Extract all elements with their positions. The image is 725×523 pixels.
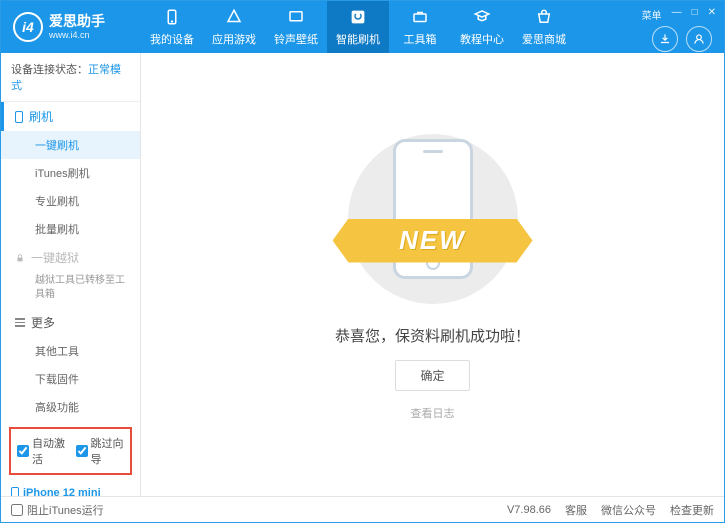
auto-activate-checkbox[interactable]: 自动激活	[17, 435, 66, 467]
sidebar-item-advanced[interactable]: 高级功能	[1, 393, 140, 421]
lock-icon	[15, 253, 25, 263]
nav-label: 爱思商城	[522, 31, 566, 47]
nav-toolbox[interactable]: 工具箱	[389, 1, 451, 53]
maximize-button[interactable]: □	[692, 7, 698, 18]
sidebar-header-flash[interactable]: 刷机	[1, 102, 140, 131]
conn-label: 设备连接状态：	[11, 64, 88, 76]
nav-label: 工具箱	[404, 31, 437, 47]
new-ribbon: NEW	[333, 219, 533, 263]
sidebar-header-more[interactable]: 更多	[1, 308, 140, 337]
main-nav: 我的设备 应用游戏 铃声壁纸 智能刷机 工具箱 教程中心	[141, 1, 642, 53]
download-button[interactable]	[652, 26, 678, 52]
nav-label: 铃声壁纸	[274, 31, 318, 47]
logo-area: i4 爱思助手 www.i4.cn	[1, 12, 141, 42]
flash-header-icon	[15, 111, 23, 123]
store-icon	[534, 7, 554, 27]
more-header-label: 更多	[31, 314, 55, 331]
nav-my-device[interactable]: 我的设备	[141, 1, 203, 53]
jailbreak-note: 越狱工具已转移至工具箱	[1, 272, 140, 308]
ok-button[interactable]: 确定	[395, 360, 469, 391]
sidebar-item-itunes-flash[interactable]: iTunes刷机	[1, 159, 140, 187]
toolbox-icon	[410, 7, 430, 27]
device-phone-icon	[11, 487, 19, 496]
nav-label: 应用游戏	[212, 31, 256, 47]
close-button[interactable]: ✕	[708, 7, 716, 18]
app-window: i4 爱思助手 www.i4.cn 我的设备 应用游戏 铃声壁纸 智能刷机	[0, 0, 725, 523]
device-icon	[162, 7, 182, 27]
window-controls: 菜单 — □ ✕	[642, 3, 724, 22]
flash-icon	[348, 7, 368, 27]
nav-label: 教程中心	[460, 31, 504, 47]
success-illustration: NEW	[333, 129, 533, 309]
jailbreak-header-label: 一键越狱	[31, 249, 79, 266]
nav-ringtones[interactable]: 铃声壁纸	[265, 1, 327, 53]
sidebar-item-download-fw[interactable]: 下载固件	[1, 365, 140, 393]
nav-store[interactable]: 爱思商城	[513, 1, 575, 53]
update-link[interactable]: 检查更新	[670, 502, 714, 518]
skip-guide-label: 跳过向导	[91, 435, 125, 467]
sidebar-header-jailbreak: 一键越狱	[1, 243, 140, 272]
skip-guide-checkbox[interactable]: 跳过向导	[76, 435, 125, 467]
app-subtitle: www.i4.cn	[49, 30, 105, 41]
block-itunes-label: 阻止iTunes运行	[27, 502, 104, 518]
logo-icon: i4	[13, 12, 43, 42]
apps-icon	[224, 7, 244, 27]
success-message: 恭喜您，保资料刷机成功啦！	[335, 325, 530, 346]
titlebar: i4 爱思助手 www.i4.cn 我的设备 应用游戏 铃声壁纸 智能刷机	[1, 1, 724, 53]
nav-label: 智能刷机	[336, 31, 380, 47]
app-title: 爱思助手	[49, 13, 105, 30]
block-itunes-checkbox[interactable]: 阻止iTunes运行	[11, 502, 104, 518]
tutorial-icon	[472, 7, 492, 27]
nav-tutorials[interactable]: 教程中心	[451, 1, 513, 53]
connection-status: 设备连接状态：正常模式	[1, 53, 140, 102]
sidebar-item-other-tools[interactable]: 其他工具	[1, 337, 140, 365]
nav-apps-games[interactable]: 应用游戏	[203, 1, 265, 53]
nav-smart-flash[interactable]: 智能刷机	[327, 1, 389, 53]
device-name-label: iPhone 12 mini	[23, 487, 101, 496]
wechat-link[interactable]: 微信公众号	[601, 502, 656, 518]
minimize-button[interactable]: —	[672, 7, 682, 18]
statusbar: 阻止iTunes运行 V7.98.66 客服 微信公众号 检查更新	[1, 496, 724, 522]
view-log-link[interactable]: 查看日志	[411, 405, 455, 421]
sidebar-item-pro-flash[interactable]: 专业刷机	[1, 187, 140, 215]
user-button[interactable]	[686, 26, 712, 52]
device-info[interactable]: iPhone 12 mini 64GB Down-12mini-13,1	[1, 481, 140, 496]
more-icon	[15, 318, 25, 327]
wallpaper-icon	[286, 7, 306, 27]
menu-button[interactable]: 菜单	[642, 7, 662, 22]
sidebar-item-batch-flash[interactable]: 批量刷机	[1, 215, 140, 243]
nav-label: 我的设备	[150, 31, 194, 47]
service-link[interactable]: 客服	[565, 502, 587, 518]
sidebar: 设备连接状态：正常模式 刷机 一键刷机 iTunes刷机 专业刷机 批量刷机 一…	[1, 53, 141, 496]
auto-activate-label: 自动激活	[32, 435, 66, 467]
sidebar-item-oneclick-flash[interactable]: 一键刷机	[1, 131, 140, 159]
main-content: NEW 恭喜您，保资料刷机成功啦！ 确定 查看日志	[141, 53, 724, 496]
body: 设备连接状态：正常模式 刷机 一键刷机 iTunes刷机 专业刷机 批量刷机 一…	[1, 53, 724, 496]
flash-header-label: 刷机	[29, 108, 53, 125]
options-row: 自动激活 跳过向导	[9, 427, 132, 475]
version-label: V7.98.66	[507, 504, 551, 516]
